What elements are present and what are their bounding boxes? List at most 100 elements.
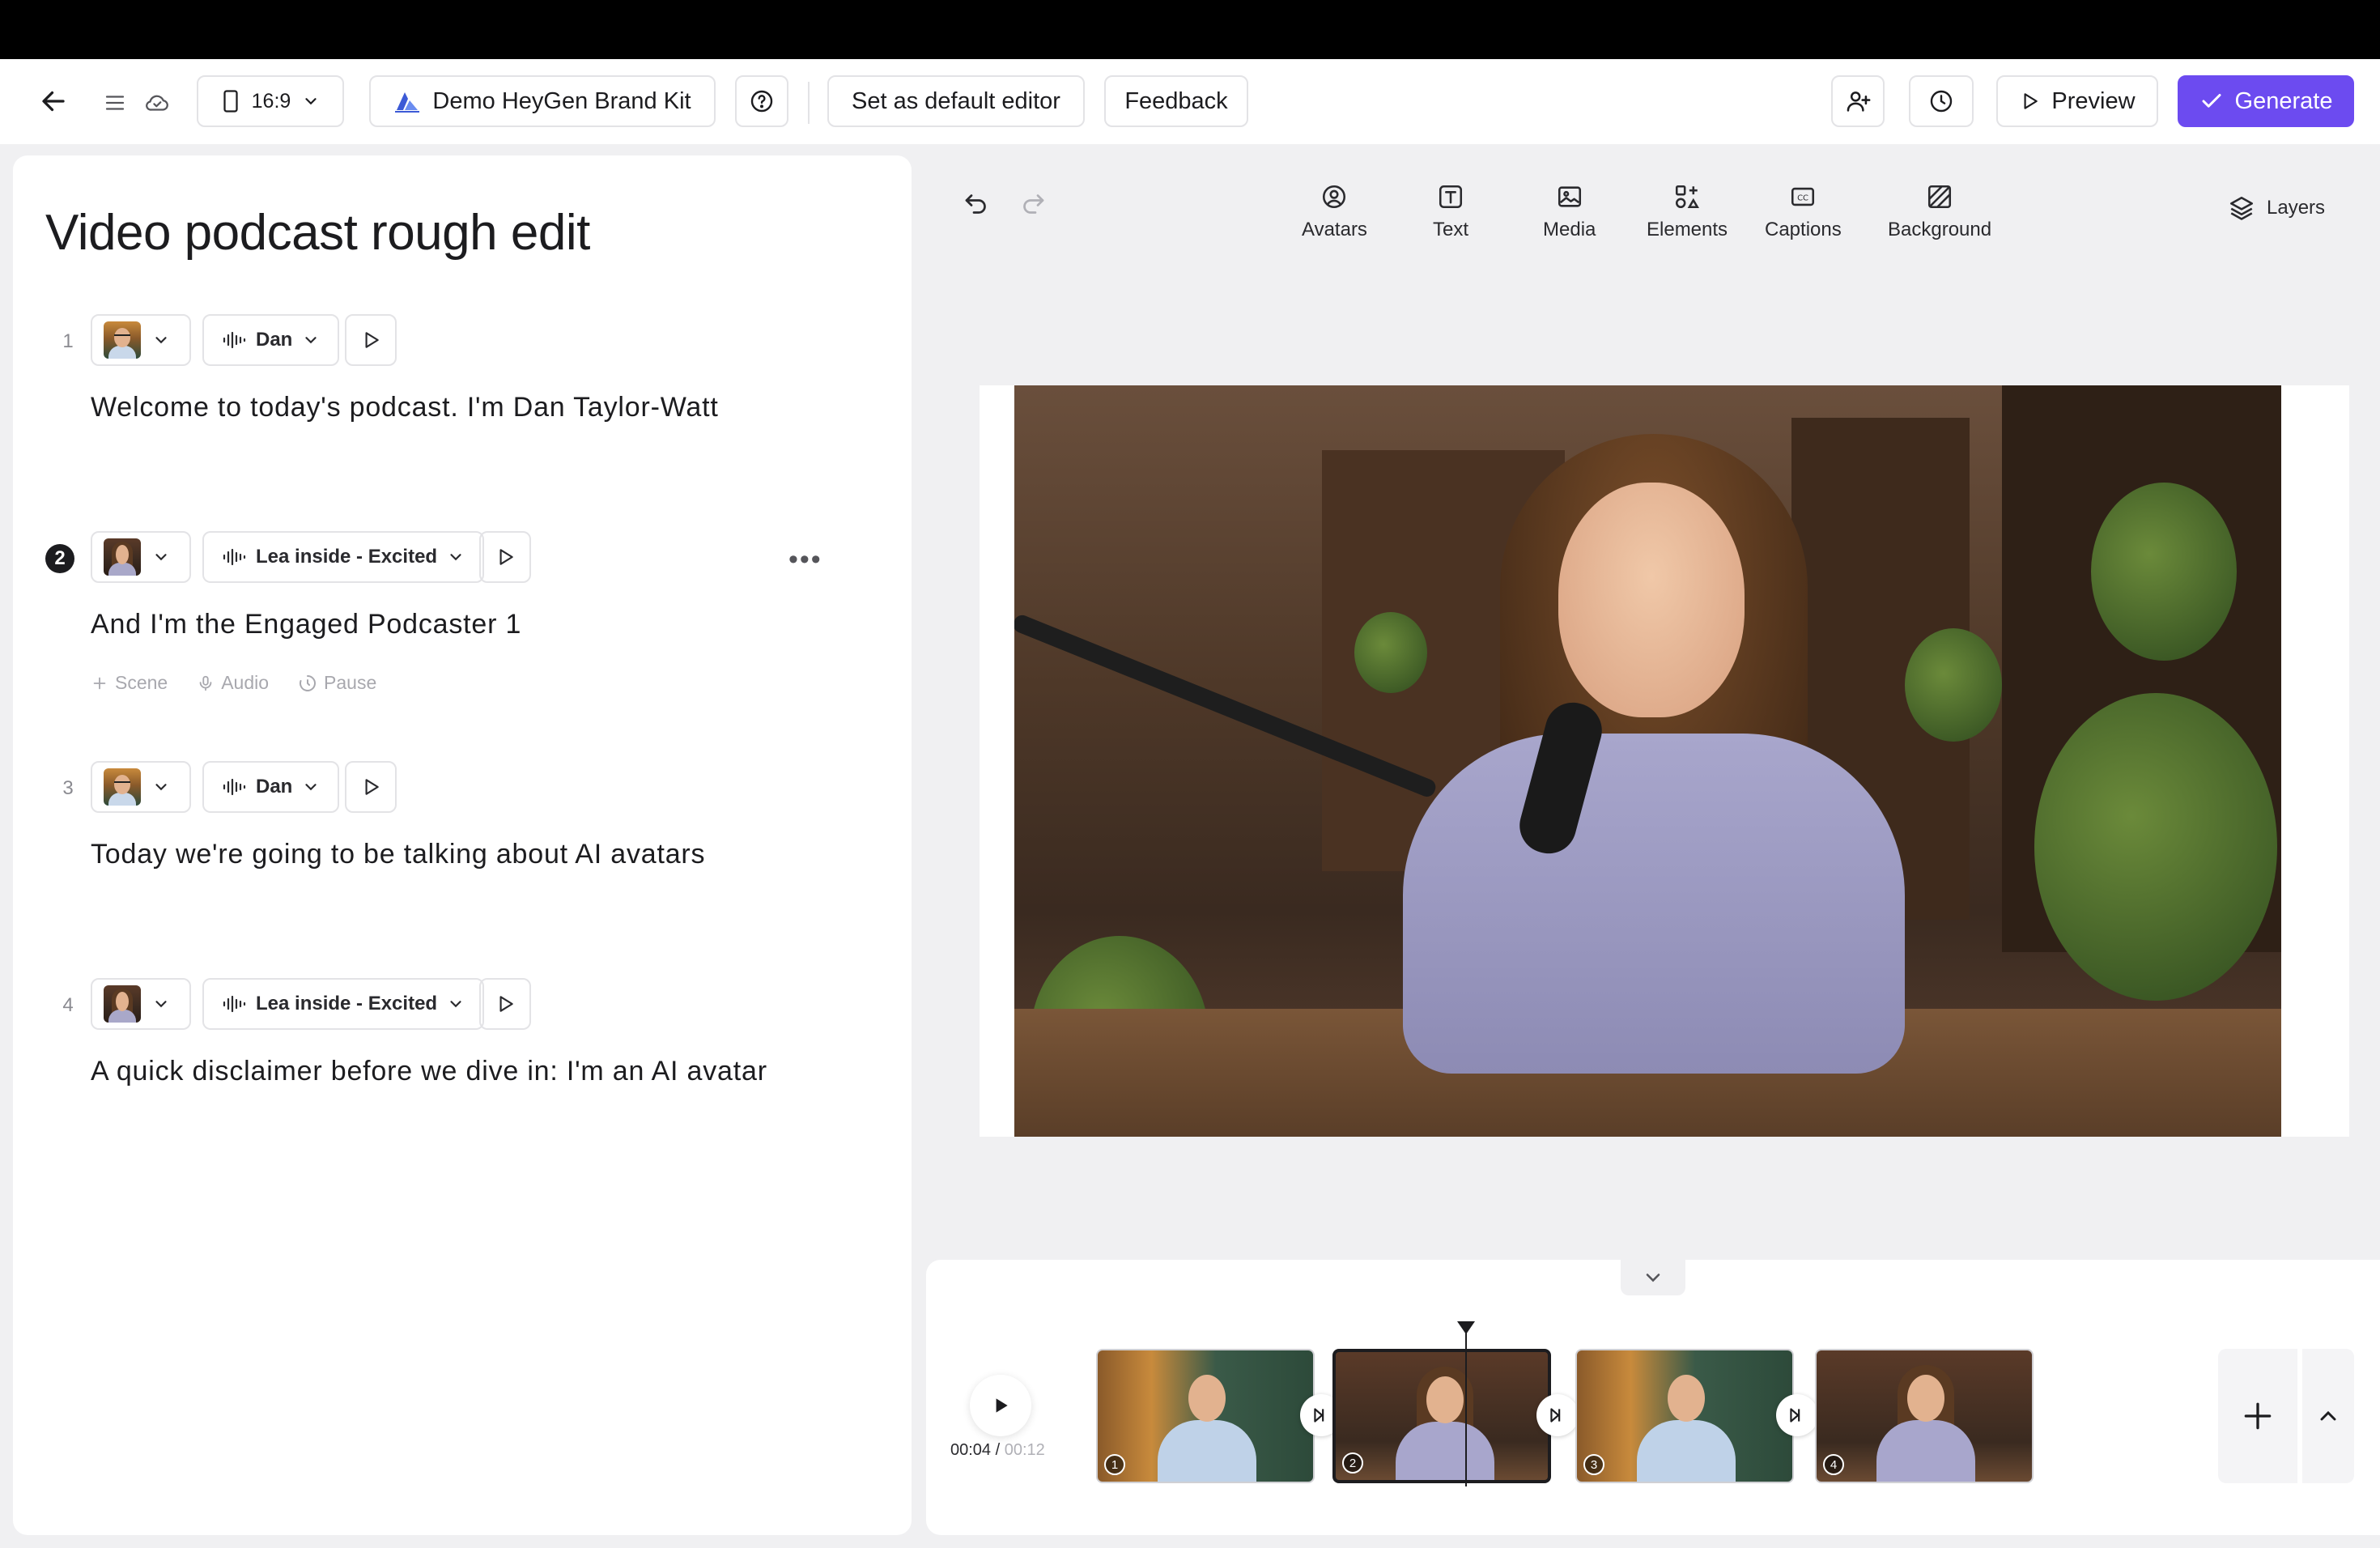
undo-icon[interactable] [962, 189, 991, 223]
voice-name: Dan [256, 329, 293, 351]
chevron-down-icon [305, 98, 317, 105]
elements-label: Elements [1647, 219, 1728, 240]
voice-select[interactable]: Dan [202, 761, 340, 813]
voice-name: Dan [256, 776, 293, 797]
collapse-timeline-button[interactable] [1621, 1260, 1685, 1295]
cloud-saved-icon [139, 87, 175, 119]
add-pause-button[interactable]: Pause [298, 672, 376, 694]
generate-button[interactable]: Generate [2178, 75, 2354, 127]
project-title[interactable]: Video podcast rough edit [45, 204, 590, 262]
add-audio-button[interactable]: Audio [197, 672, 269, 694]
header-divider [808, 82, 810, 124]
voice-name: Lea inside - Excited [256, 546, 438, 568]
add-user-icon [1847, 91, 1871, 112]
script-panel: Video podcast rough edit 1 Dan Welcome t… [13, 155, 912, 1535]
scene-script-text[interactable]: Today we're going to be talking about AI… [91, 839, 705, 870]
video-preview[interactable] [1014, 385, 2281, 1137]
preview-button[interactable]: Preview [1996, 75, 2158, 127]
play-icon [499, 549, 513, 565]
timeline-play-button[interactable] [970, 1375, 1031, 1436]
avatars-tool[interactable]: Avatars [1302, 183, 1367, 241]
more-options-icon[interactable]: ••• [788, 544, 822, 576]
background-tool[interactable]: Background [1888, 183, 1991, 241]
text-icon [1439, 185, 1463, 209]
captions-tool[interactable]: CC Captions [1765, 183, 1842, 241]
phone-icon [223, 90, 238, 113]
scene-number: 2 [45, 544, 74, 573]
media-tool[interactable]: Media [1543, 183, 1596, 241]
preview-label: Preview [2051, 87, 2136, 114]
time-separator: / [991, 1441, 1005, 1459]
voice-select[interactable]: Lea inside - Excited [202, 531, 485, 583]
avatar-thumbnail [104, 321, 141, 359]
timeline-clip-3[interactable]: 3 [1575, 1349, 1794, 1483]
plus-icon [93, 677, 106, 689]
add-pause-label: Pause [324, 672, 377, 693]
play-scene-button[interactable] [345, 761, 397, 813]
add-scene-to-timeline-button[interactable] [2218, 1349, 2297, 1483]
layers-icon [2229, 196, 2254, 220]
layers-button[interactable]: Layers [2228, 194, 2325, 222]
chevron-down-icon [155, 554, 167, 561]
avatar-select[interactable] [91, 314, 191, 366]
voice-select[interactable]: Lea inside - Excited [202, 978, 485, 1030]
brand-kit-button[interactable]: Demo HeyGen Brand Kit [369, 75, 716, 127]
transition-icon [1550, 1408, 1561, 1423]
help-button[interactable] [735, 75, 788, 127]
share-button[interactable] [1831, 75, 1885, 127]
expand-timeline-button[interactable] [2302, 1349, 2354, 1483]
transition-button[interactable] [1536, 1394, 1579, 1436]
timeline-clip-2[interactable]: 2 [1332, 1349, 1551, 1483]
pause-timer-icon [300, 674, 317, 691]
set-default-editor-label: Set as default editor [852, 87, 1060, 114]
scene-script-text[interactable]: Welcome to today's podcast. I'm Dan Tayl… [91, 392, 719, 423]
image-icon [1558, 186, 1581, 207]
chevron-down-icon [305, 784, 317, 791]
add-scene-button[interactable]: Scene [91, 672, 168, 694]
chevron-down-icon [450, 554, 461, 561]
add-audio-label: Audio [221, 672, 270, 693]
elements-tool[interactable]: Elements [1647, 183, 1728, 241]
media-label: Media [1543, 219, 1596, 240]
captions-label: Captions [1765, 219, 1842, 240]
feedback-button[interactable]: Feedback [1104, 75, 1248, 127]
menu-icon[interactable] [99, 87, 131, 119]
avatar-select[interactable] [91, 761, 191, 813]
timeline-clip-1[interactable]: 1 [1096, 1349, 1315, 1483]
scene-number: 4 [62, 994, 74, 1016]
aspect-ratio-select[interactable]: 16:9 [197, 75, 344, 127]
play-scene-button[interactable] [479, 531, 531, 583]
set-default-editor-button[interactable]: Set as default editor [827, 75, 1085, 127]
play-scene-button[interactable] [479, 978, 531, 1030]
transition-button[interactable] [1776, 1394, 1818, 1436]
waveform-icon [223, 778, 246, 796]
history-button[interactable] [1909, 75, 1974, 127]
total-time: 00:12 [1004, 1441, 1045, 1459]
avatar-select[interactable] [91, 531, 191, 583]
avatar-thumbnail [104, 985, 141, 1023]
feedback-label: Feedback [1124, 87, 1228, 114]
chevron-down-icon [450, 1001, 461, 1008]
brand-logo-icon [395, 92, 420, 113]
text-tool[interactable]: Text [1433, 183, 1468, 241]
scene-script-text[interactable]: A quick disclaimer before we dive in: I'… [91, 1056, 767, 1087]
clip-number: 2 [1342, 1452, 1363, 1474]
editor-header: 16:9 Demo HeyGen Brand Kit Set as defaul… [0, 59, 2380, 144]
scene-number: 3 [62, 777, 74, 799]
scene-script-text[interactable]: And I'm the Engaged Podcaster 1 [91, 609, 521, 640]
captions-icon: CC [1791, 187, 1815, 206]
timeline-clip-4[interactable]: 4 [1815, 1349, 2034, 1483]
playhead[interactable] [1465, 1325, 1467, 1486]
microphone-icon [199, 675, 212, 691]
clip-number: 1 [1104, 1454, 1125, 1475]
chevron-down-icon [1646, 1274, 1660, 1282]
avatar-select[interactable] [91, 978, 191, 1030]
play-scene-button[interactable] [345, 314, 397, 366]
redo-icon[interactable] [1018, 189, 1048, 223]
transition-icon [1790, 1408, 1800, 1423]
voice-name: Lea inside - Excited [256, 993, 438, 1014]
background-label: Background [1888, 219, 1992, 240]
back-arrow-icon[interactable] [36, 83, 71, 119]
voice-select[interactable]: Dan [202, 314, 340, 366]
current-time: 00:04 [950, 1441, 992, 1459]
